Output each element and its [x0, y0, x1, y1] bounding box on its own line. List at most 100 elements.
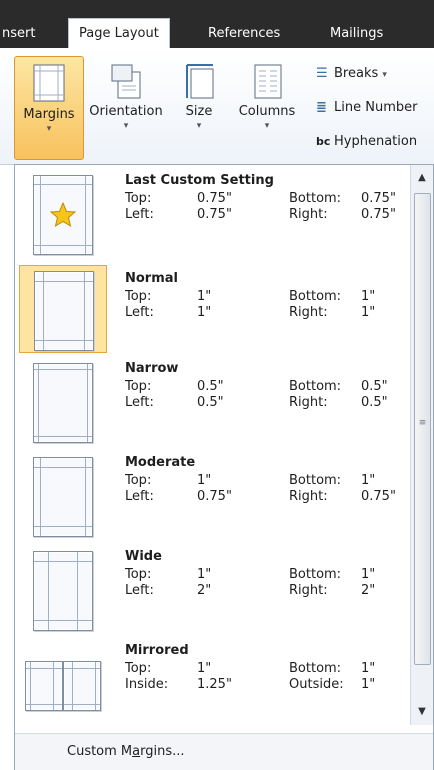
star-icon — [50, 202, 76, 228]
page-thumbnail-icon — [33, 363, 93, 443]
value-top: 0.75" — [197, 191, 232, 206]
label-bottom: Bottom: — [289, 567, 342, 582]
label-top: Top: — [125, 567, 152, 582]
value-inside: 1.25" — [197, 677, 232, 692]
label-right: Right: — [289, 489, 328, 504]
page-thumbnail-icon — [33, 551, 93, 631]
label-right: Right: — [289, 207, 328, 222]
page-thumbnail-icon — [34, 271, 94, 351]
custom-margins-label: Custom Margins... — [67, 744, 185, 759]
tab-page-layout[interactable]: Page Layout — [68, 18, 170, 49]
tab-references[interactable]: References — [208, 20, 280, 48]
chevron-down-icon: ▾ — [123, 121, 129, 131]
margin-preset-mirrored[interactable]: Mirrored Top: 1" Bottom: 1" Inside: 1.25… — [19, 643, 399, 735]
scroll-up-arrow-icon[interactable]: ▲ — [411, 167, 433, 189]
orientation-button[interactable]: Orientation ▾ — [84, 62, 168, 131]
size-label: Size — [185, 104, 213, 119]
line-numbers-icon: ≣ — [316, 100, 327, 115]
ribbon-tab-bar: nsert Page Layout References Mailings — [0, 0, 434, 49]
value-bottom: 1" — [361, 567, 376, 582]
value-left: 2" — [197, 583, 212, 598]
value-top: 1" — [197, 289, 212, 304]
label-left: Left: — [125, 207, 154, 222]
scroll-down-arrow-icon[interactable]: ▼ — [411, 701, 433, 723]
preset-name: Moderate — [125, 455, 196, 470]
preset-name: Mirrored — [125, 643, 189, 658]
page-thumbnail-icon — [25, 661, 63, 711]
value-right: 2" — [361, 583, 376, 598]
hyphenation-button[interactable]: bc Hyphenation — [316, 134, 417, 149]
chevron-down-icon: ▾ — [196, 121, 202, 131]
value-left: 1" — [197, 305, 212, 320]
value-left: 0.75" — [197, 207, 232, 222]
label-inside: Inside: — [125, 677, 169, 692]
hyphenation-icon: bc — [316, 135, 331, 148]
label-bottom: Bottom: — [289, 289, 342, 304]
preset-name: Last Custom Setting — [125, 173, 274, 188]
line-numbers-button[interactable]: ≣ Line Number — [316, 100, 417, 115]
scrollbar-thumb[interactable]: ≡ — [414, 193, 431, 665]
label-top: Top: — [125, 661, 152, 676]
label-bottom: Bottom: — [289, 661, 342, 676]
margins-icon — [33, 64, 65, 102]
label-right: Right: — [289, 305, 328, 320]
label-top: Top: — [125, 379, 152, 394]
label-bottom: Bottom: — [289, 379, 342, 394]
label-left: Left: — [125, 305, 154, 320]
value-top: 0.5" — [197, 379, 224, 394]
orientation-label: Orientation — [89, 104, 163, 119]
size-button[interactable]: Size ▾ — [176, 62, 222, 131]
preset-name: Narrow — [125, 361, 179, 376]
columns-label: Columns — [238, 104, 296, 119]
margin-preset-normal[interactable]: Normal Top: 1" Bottom: 1" Left: 1" Right… — [19, 265, 399, 357]
value-bottom: 1" — [361, 473, 376, 488]
value-top: 1" — [197, 567, 212, 582]
label-right: Right: — [289, 395, 328, 410]
label-left: Left: — [125, 395, 154, 410]
label-right: Right: — [289, 583, 328, 598]
value-right: 0.75" — [361, 489, 396, 504]
page-thumbnail-icon — [63, 661, 101, 711]
grip-icon: ≡ — [418, 418, 427, 428]
value-left: 0.5" — [197, 395, 224, 410]
margins-button[interactable]: Margins ▾ — [14, 56, 84, 160]
page-setup-ribbon-group: Margins ▾ Orientation ▾ Size ▾ Columns ▾… — [0, 48, 434, 165]
columns-button[interactable]: Columns ▾ — [232, 62, 302, 131]
chevron-down-icon: ▾ — [46, 124, 52, 134]
value-top: 1" — [197, 661, 212, 676]
margins-dropdown: Last Custom Setting Top: 0.75" Bottom: 0… — [14, 164, 434, 770]
custom-margins-menu-item[interactable]: Custom Margins... — [15, 733, 433, 770]
chevron-down-icon: ▾ — [264, 121, 270, 131]
label-left: Left: — [125, 489, 154, 504]
value-right: 0.75" — [361, 207, 396, 222]
label-bottom: Bottom: — [289, 191, 342, 206]
margin-preset-wide[interactable]: Wide Top: 1" Bottom: 1" Left: 2" Right: … — [19, 549, 399, 641]
margin-preset-last-custom[interactable]: Last Custom Setting Top: 0.75" Bottom: 0… — [19, 173, 399, 265]
label-top: Top: — [125, 191, 152, 206]
preset-name: Normal — [125, 271, 178, 286]
label-outside: Outside: — [289, 677, 344, 692]
margin-preset-moderate[interactable]: Moderate Top: 1" Bottom: 1" Left: 0.75" … — [19, 455, 399, 547]
value-bottom: 1" — [361, 289, 376, 304]
margin-preset-narrow[interactable]: Narrow Top: 0.5" Bottom: 0.5" Left: 0.5"… — [19, 361, 399, 453]
value-left: 0.75" — [197, 489, 232, 504]
preset-name: Wide — [125, 549, 162, 564]
value-bottom: 1" — [361, 661, 376, 676]
label-left: Left: — [125, 583, 154, 598]
value-right: 1" — [361, 305, 376, 320]
columns-icon — [254, 64, 282, 99]
tab-insert[interactable]: nsert — [2, 20, 35, 48]
breaks-icon: ☰ — [316, 66, 328, 81]
value-right: 0.5" — [361, 395, 388, 410]
breaks-button[interactable]: ☰ Breaks ▾ — [316, 66, 387, 81]
chevron-down-icon: ▾ — [382, 70, 387, 80]
gallery-scrollbar[interactable]: ▲ ≡ ▼ — [410, 165, 433, 725]
size-icon — [186, 64, 214, 99]
orientation-icon — [111, 64, 141, 99]
value-bottom: 0.5" — [361, 379, 388, 394]
margins-label: Margins — [23, 107, 75, 122]
page-thumbnail-icon — [33, 175, 93, 255]
value-top: 1" — [197, 473, 212, 488]
value-bottom: 0.75" — [361, 191, 396, 206]
tab-mailings[interactable]: Mailings — [330, 20, 383, 48]
